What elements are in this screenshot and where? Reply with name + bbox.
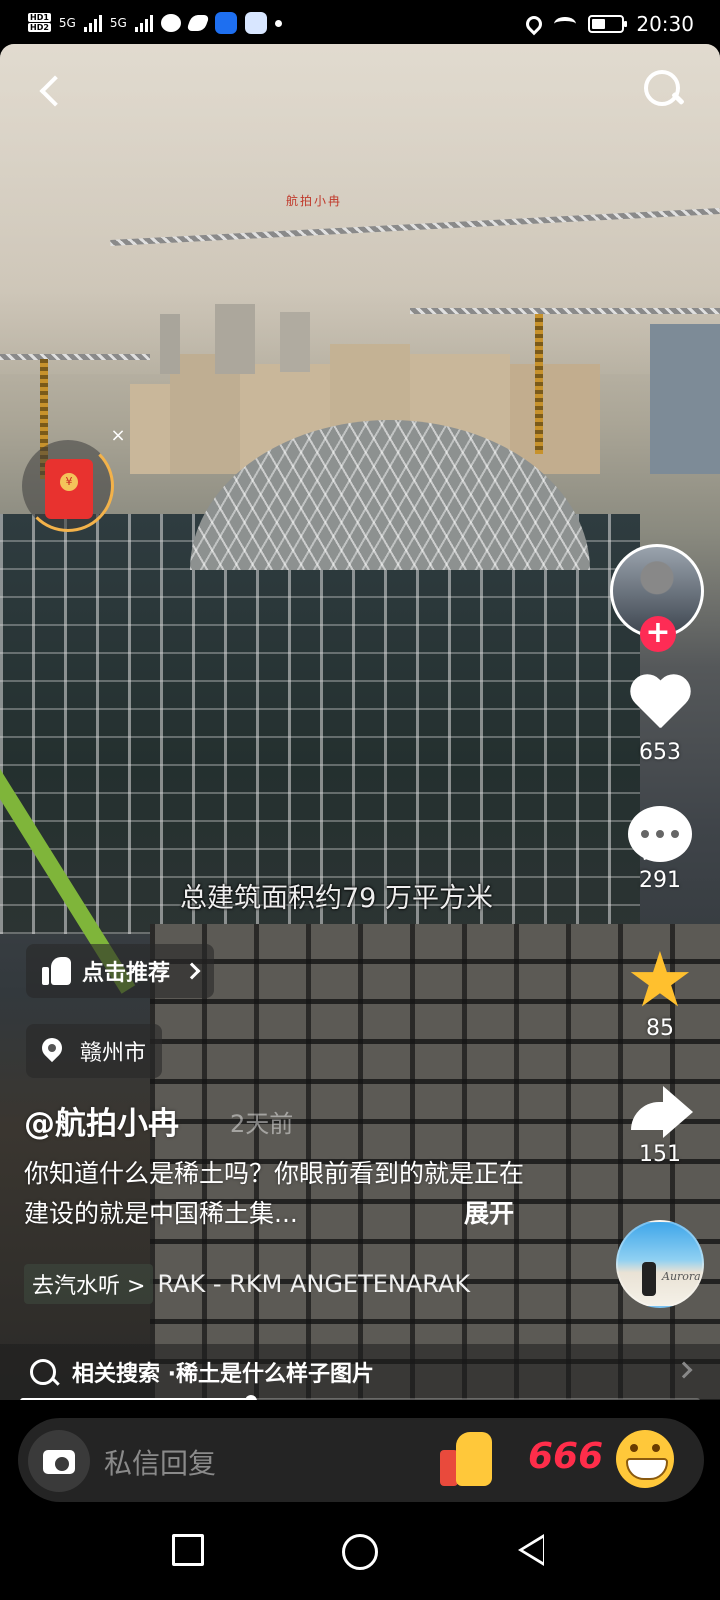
recommend-pill[interactable]: 点击推荐 xyxy=(26,944,215,998)
comment-button[interactable]: 291 xyxy=(618,806,702,893)
related-search-query: 稀土是什么样子图片 xyxy=(176,1362,375,1387)
battery-level xyxy=(592,19,605,29)
thumbs-up-emoji-icon[interactable] xyxy=(440,1430,496,1490)
music-disc[interactable]: Aurora xyxy=(616,1220,704,1308)
chevron-right-icon xyxy=(675,1361,693,1379)
robot-icon xyxy=(244,12,267,34)
battery-icon xyxy=(588,15,628,33)
favorite-button[interactable]: ★ 85 xyxy=(618,935,702,1042)
wechat-icon xyxy=(160,14,181,32)
network-label: 5G xyxy=(58,16,76,30)
feishu-icon xyxy=(185,15,210,31)
hd2-label: HD2 xyxy=(28,23,51,32)
post-time: 2天前 xyxy=(230,1110,294,1138)
location-pill[interactable]: 赣州市 xyxy=(26,1024,163,1078)
tower-crane-mast xyxy=(535,314,543,454)
music-name: RAK - RKM ANGETENARAK xyxy=(157,1270,471,1298)
back-triangle-icon[interactable] xyxy=(518,1534,544,1566)
heart-icon xyxy=(627,676,693,736)
location-icon xyxy=(523,12,546,36)
emoji-666[interactable]: 666 xyxy=(528,1436,603,1477)
status-right: 20:30 xyxy=(523,12,694,36)
comment-bubble-icon xyxy=(628,806,692,862)
comment-count: 291 xyxy=(639,868,681,893)
expand-button[interactable]: 展开 xyxy=(464,1194,514,1230)
search-icon[interactable] xyxy=(640,68,688,116)
network-label-2: 5G xyxy=(109,16,127,30)
signal-icon-2 xyxy=(134,14,153,32)
related-search-prefix: 相关搜索 · xyxy=(72,1362,177,1387)
music-row[interactable]: 去汽水听 > RAK - RKM ANGETENARAK xyxy=(24,1264,470,1304)
follow-button[interactable]: + xyxy=(640,616,676,652)
sky-haze xyxy=(0,44,720,374)
wifi-icon xyxy=(554,17,577,31)
video-caption: 总建筑面积约79 万平方米 xyxy=(180,883,493,914)
tower-crane-jib xyxy=(0,354,150,360)
signal-icon xyxy=(83,14,102,32)
music-disc-text: Aurora xyxy=(662,1270,701,1283)
red-packet-widget[interactable] xyxy=(22,440,114,532)
tower-crane-jib xyxy=(410,308,720,314)
star-icon: ★ xyxy=(625,935,695,1024)
background-tower xyxy=(280,312,310,372)
share-arrow-icon xyxy=(625,1084,695,1138)
close-icon[interactable]: × xyxy=(108,426,128,446)
location-pin-icon xyxy=(42,1038,62,1064)
hd1-label: HD1 xyxy=(28,13,51,22)
related-search-bar[interactable]: 相关搜索 · 稀土是什么样子图片 xyxy=(0,1344,720,1400)
author-name[interactable]: @航拍小冉 xyxy=(24,1098,179,1143)
status-bar: HD1 HD2 5G 5G 20:30 xyxy=(0,0,720,44)
red-envelope-icon xyxy=(45,459,93,519)
share-count: 151 xyxy=(639,1142,681,1167)
background-tower xyxy=(215,304,255,374)
share-button[interactable]: 151 xyxy=(618,1084,702,1167)
search-icon xyxy=(30,1359,56,1385)
recommend-label: 点击推荐 xyxy=(82,961,171,986)
background-building xyxy=(650,324,720,474)
disc-horse-graphic xyxy=(642,1262,656,1296)
status-left: HD1 HD2 5G 5G xyxy=(28,12,282,34)
clock: 20:30 xyxy=(636,12,694,36)
video-watermark: 航拍小冉 xyxy=(286,194,343,208)
camera-icon[interactable] xyxy=(28,1430,90,1492)
back-button[interactable] xyxy=(28,60,72,116)
notification-dot-icon xyxy=(274,19,282,27)
building-facade xyxy=(0,514,640,934)
grin-emoji-icon[interactable] xyxy=(616,1430,674,1488)
listen-on-qishui-tag[interactable]: 去汽水听 > xyxy=(24,1264,154,1304)
recent-apps-icon[interactable] xyxy=(172,1534,204,1566)
reply-input[interactable]: 私信回复 xyxy=(104,1442,216,1482)
location-label: 赣州市 xyxy=(80,1041,147,1066)
background-tower xyxy=(160,314,180,374)
hd-indicator: HD1 HD2 xyxy=(28,13,51,33)
shield-icon xyxy=(214,12,237,34)
home-icon[interactable] xyxy=(342,1534,378,1570)
like-button[interactable]: 653 xyxy=(618,676,702,765)
background-building xyxy=(130,384,170,474)
thumbs-up-icon xyxy=(42,957,72,985)
like-count: 653 xyxy=(639,740,681,765)
chevron-right-icon xyxy=(183,962,201,980)
